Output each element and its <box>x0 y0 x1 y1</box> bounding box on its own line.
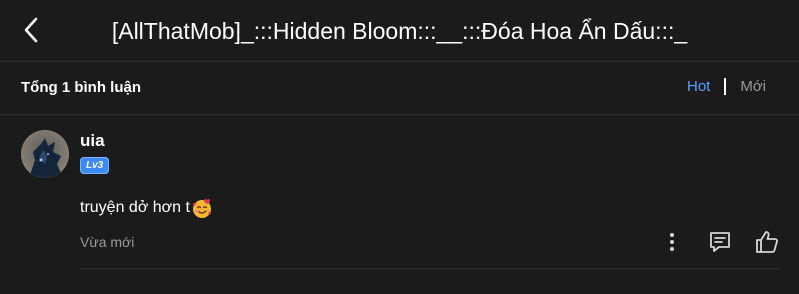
comment-body: truyện dở hơn t <box>80 197 213 219</box>
like-button[interactable] <box>754 229 780 255</box>
sort-divider <box>724 78 727 95</box>
comment-divider <box>80 268 779 269</box>
avatar-image <box>21 130 69 178</box>
thumbs-up-icon <box>756 231 778 253</box>
avatar[interactable] <box>21 130 69 178</box>
page-title: [AllThatMob]_:::Hidden Bloom:::__:::Đóa … <box>111 18 688 44</box>
comment-text: truyện dở hơn t <box>80 199 190 216</box>
comment-time: Vừa mới <box>80 234 135 250</box>
comment-username[interactable]: uia <box>80 131 105 151</box>
more-vertical-icon <box>670 233 674 251</box>
smiling-face-with-hearts-icon <box>192 199 211 218</box>
chevron-left-icon <box>24 17 38 43</box>
sort-tabs: Hot Mới <box>687 78 766 95</box>
comment-count: Tổng 1 bình luận <box>21 79 141 96</box>
sort-hot-tab[interactable]: Hot <box>687 78 710 95</box>
top-bar: [AllThatMob]_:::Hidden Bloom:::__:::Đóa … <box>0 0 799 62</box>
sort-new-tab[interactable]: Mới <box>740 78 766 95</box>
comments-toolbar: Tổng 1 bình luận Hot Mới <box>0 62 799 115</box>
reply-icon <box>710 232 730 252</box>
reply-button[interactable] <box>707 229 733 255</box>
back-button[interactable] <box>16 15 46 45</box>
level-badge: Lv3 <box>80 157 110 174</box>
more-options-button[interactable] <box>660 229 684 255</box>
